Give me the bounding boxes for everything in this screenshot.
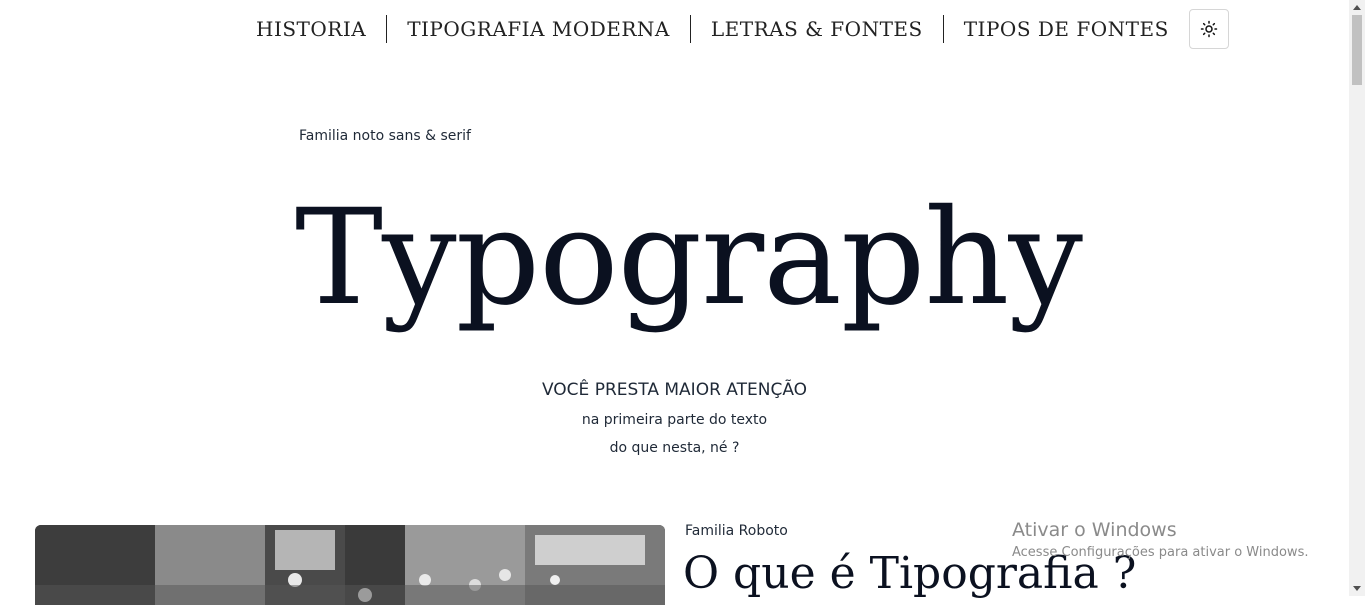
vertical-scrollbar[interactable]: [1349, 0, 1365, 596]
hero-family-label: Familia noto sans & serif: [299, 128, 471, 144]
hero-line-1: na primeira parte do texto: [581, 412, 768, 428]
scroll-down-arrow-icon[interactable]: [1353, 586, 1361, 591]
top-nav: HISTORIA TIPOGRAFIA MODERNA LETRAS & FON…: [236, 9, 1229, 49]
historic-print-shop-photo: [35, 525, 665, 605]
windows-activation-watermark: Ativar o Windows Acesse Configurações pa…: [1012, 519, 1308, 560]
watermark-title: Ativar o Windows: [1012, 519, 1177, 541]
theme-toggle-button[interactable]: [1188, 9, 1229, 49]
sun-icon: [1200, 20, 1218, 38]
scrollbar-thumb[interactable]: [1352, 15, 1362, 85]
nav-letras-fontes[interactable]: LETRAS & FONTES: [691, 15, 943, 43]
scroll-up-arrow-icon[interactable]: [1353, 5, 1361, 10]
section-family-label: Familia Roboto: [685, 523, 788, 539]
nav-historia[interactable]: HISTORIA: [236, 15, 386, 43]
watermark-subtitle: Acesse Configurações para ativar o Windo…: [1012, 545, 1309, 560]
hero-subtitle: VOCÊ PRESTA MAIOR ATENÇÃO: [541, 380, 808, 400]
nav-tipografia-moderna[interactable]: TIPOGRAFIA MODERNA: [387, 15, 690, 43]
nav-tipos-de-fontes[interactable]: TIPOS DE FONTES: [944, 15, 1189, 43]
hero-line-2: do que nesta, né ?: [609, 440, 740, 456]
hero-title: Typography: [295, 181, 1083, 335]
